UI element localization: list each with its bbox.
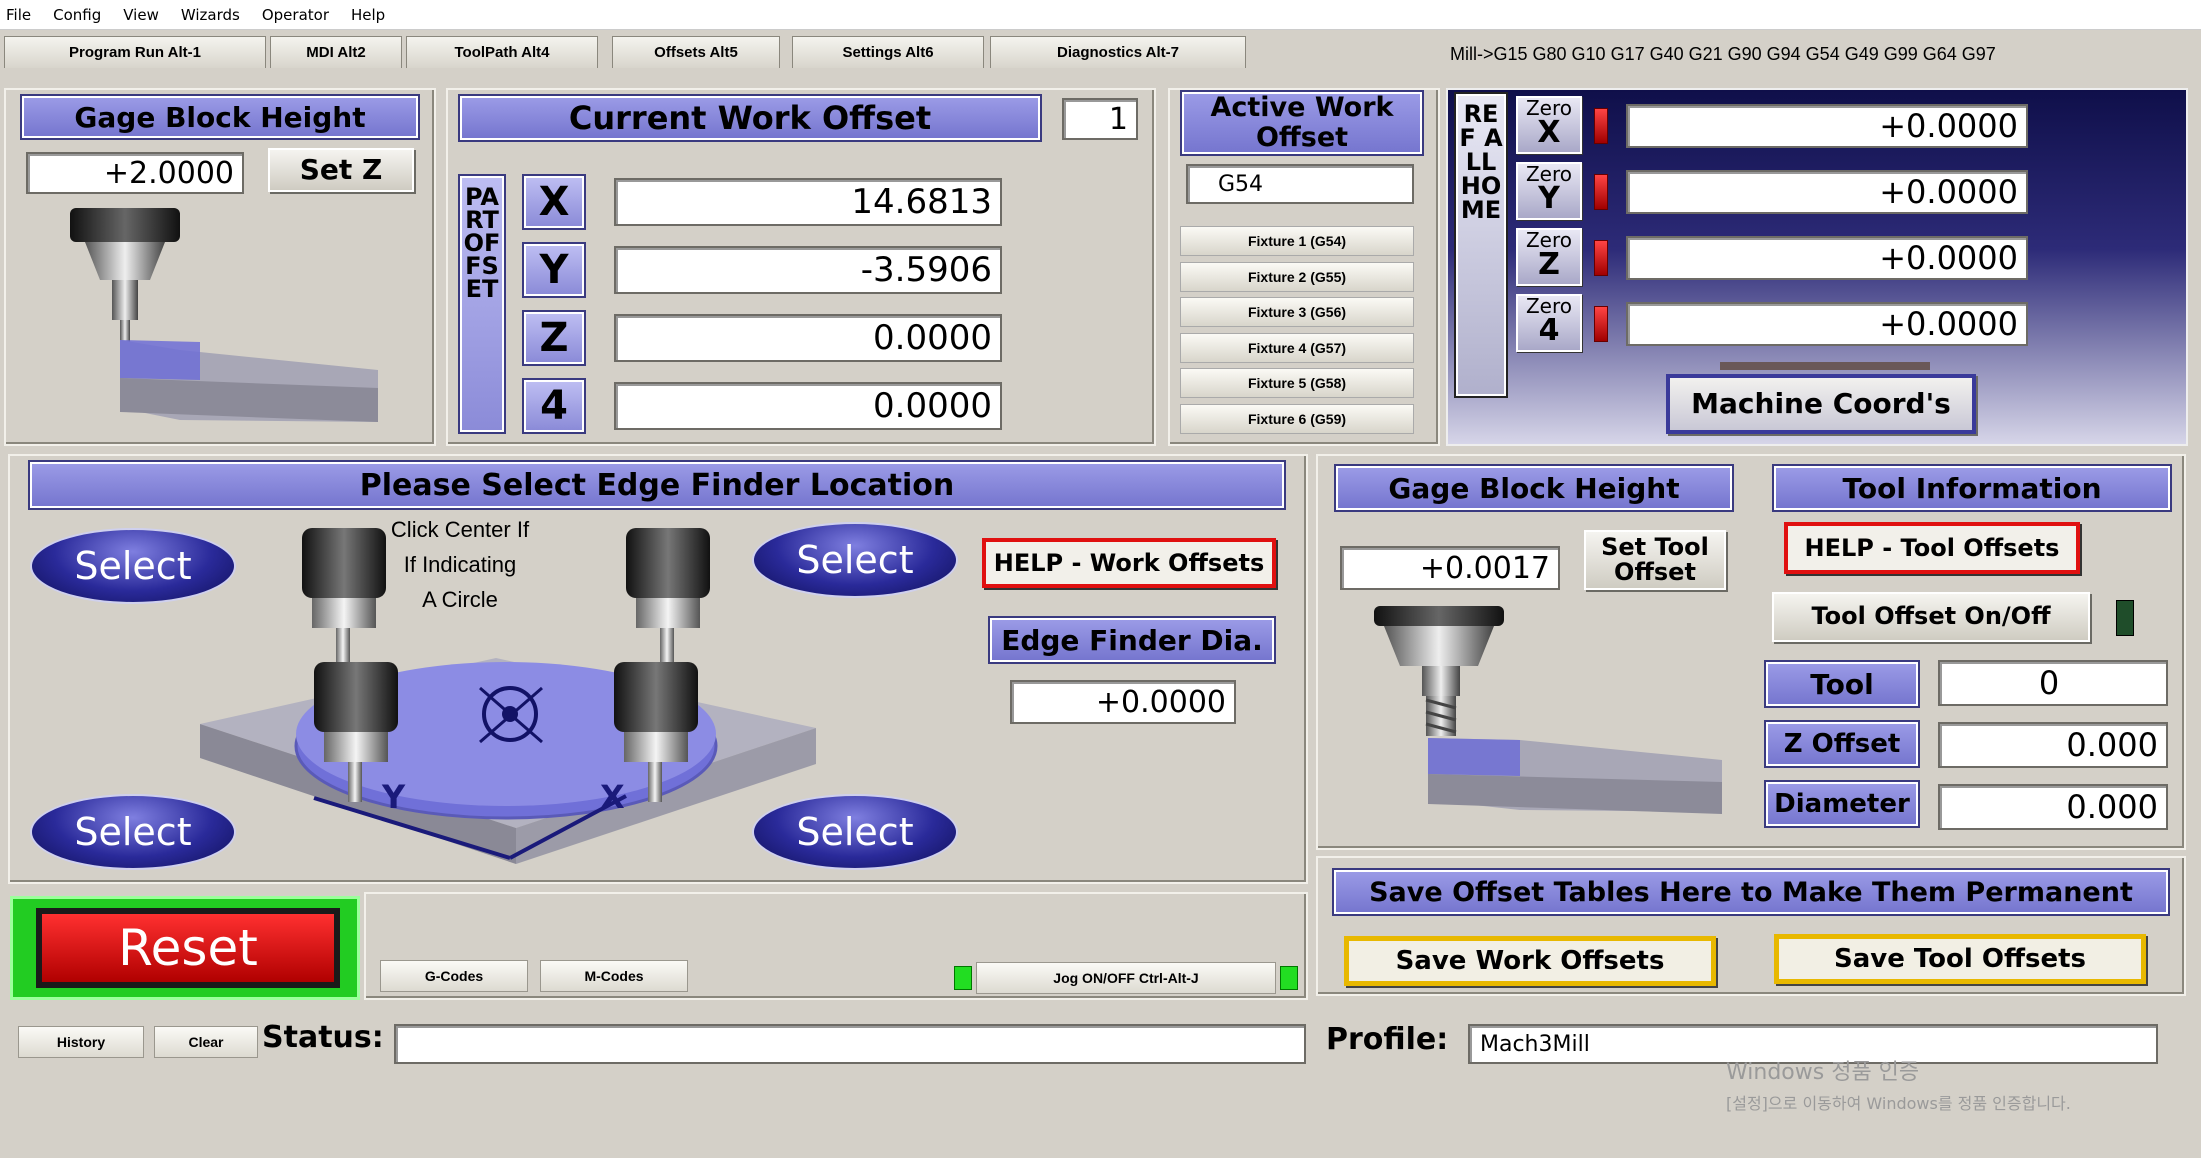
- tool-offset-led: [2116, 600, 2134, 636]
- axis-y-arrow-label: Y: [381, 778, 406, 816]
- tool-label: Tool: [1766, 662, 1918, 706]
- machine-coords-button[interactable]: Machine Coord's: [1666, 374, 1976, 434]
- spindle-gage-illustration: [70, 208, 378, 422]
- help-tool-offsets-button[interactable]: HELP - Tool Offsets: [1784, 522, 2080, 574]
- edge-finder-dia-input[interactable]: +0.0000: [1010, 680, 1236, 724]
- tab-mdi[interactable]: MDI Alt2: [270, 36, 402, 68]
- z-offset-label: Z Offset: [1766, 722, 1918, 766]
- axis-4-label: 4: [524, 380, 584, 432]
- save-work-offsets-button[interactable]: Save Work Offsets: [1344, 936, 1716, 986]
- menu-bar: File Config View Wizards Operator Help: [0, 0, 2201, 30]
- set-tool-offset-button[interactable]: Set Tool Offset: [1584, 530, 1726, 590]
- fixture-2-button[interactable]: Fixture 2 (G55): [1180, 262, 1414, 292]
- work-offset-number-input[interactable]: 1: [1062, 98, 1138, 140]
- tab-diagnostics[interactable]: Diagnostics Alt-7: [990, 36, 1246, 68]
- fixture-4-button[interactable]: Fixture 4 (G57): [1180, 333, 1414, 363]
- axis-y-label: Y: [524, 244, 584, 296]
- zero-4-button[interactable]: Zero 4: [1516, 294, 1582, 352]
- work-offset-4-input[interactable]: 0.0000: [614, 382, 1002, 430]
- menu-wizards[interactable]: Wizards: [181, 6, 240, 24]
- gage-block-height-input[interactable]: +2.0000: [26, 152, 244, 194]
- active-work-offset-display: G54: [1186, 164, 1414, 204]
- tool-gage-illustration: [1374, 606, 1722, 814]
- part-offset-vertical-label: PART OFFSET: [460, 176, 504, 432]
- menu-view[interactable]: View: [123, 6, 159, 24]
- dro-x-value[interactable]: +0.0000: [1626, 104, 2028, 148]
- tab-offsets[interactable]: Offsets Alt5: [612, 36, 780, 68]
- save-offsets-title: Save Offset Tables Here to Make Them Per…: [1334, 870, 2168, 914]
- fixture-6-button[interactable]: Fixture 6 (G59): [1180, 404, 1414, 434]
- axis-x-label: X: [524, 176, 584, 228]
- zero-y-axis: Y: [1538, 181, 1560, 216]
- modal-gcodes-line: Mill->G15 G80 G10 G17 G40 G21 G90 G94 G5…: [1450, 44, 1996, 64]
- jog-led-right: [1280, 966, 1298, 990]
- watermark-line-1: Windows 정품 인증: [1726, 1060, 1920, 1085]
- gage-block-right-title: Gage Block Height: [1336, 466, 1732, 510]
- menu-operator[interactable]: Operator: [262, 6, 329, 24]
- clear-button[interactable]: Clear: [154, 1026, 258, 1058]
- ref-all-home-button[interactable]: REF ALL HOME: [1456, 94, 1506, 396]
- gage-block-right-input[interactable]: +0.0017: [1340, 546, 1560, 590]
- save-tool-offsets-button[interactable]: Save Tool Offsets: [1774, 934, 2146, 984]
- help-work-offsets-button[interactable]: HELP - Work Offsets: [982, 538, 1276, 588]
- tab-program-run[interactable]: Program Run Alt-1: [4, 36, 266, 68]
- z-offset-input[interactable]: 0.000: [1938, 722, 2168, 768]
- edge-finder-dia-title: Edge Finder Dia.: [990, 618, 1274, 662]
- zero-4-axis: 4: [1538, 313, 1560, 348]
- diameter-label: Diameter: [1766, 782, 1918, 826]
- home-x-led: [1594, 108, 1608, 144]
- home-4-led: [1594, 306, 1608, 342]
- tool-number-input[interactable]: 0: [1938, 660, 2168, 706]
- zero-z-axis: Z: [1538, 247, 1560, 282]
- work-offset-z-input[interactable]: 0.0000: [614, 314, 1002, 362]
- m-codes-button[interactable]: M-Codes: [540, 960, 688, 992]
- edge-finder-top-left: [302, 528, 386, 668]
- fixture-3-button[interactable]: Fixture 3 (G56): [1180, 297, 1414, 327]
- tool-offset-toggle-button[interactable]: Tool Offset On/Off: [1772, 592, 2090, 642]
- reset-button[interactable]: Reset: [36, 908, 340, 988]
- fixture-1-button[interactable]: Fixture 1 (G54): [1180, 226, 1414, 256]
- zero-y-button[interactable]: Zero Y: [1516, 162, 1582, 220]
- g-codes-button[interactable]: G-Codes: [380, 960, 528, 992]
- zero-x-axis: X: [1537, 115, 1561, 150]
- tab-toolpath[interactable]: ToolPath Alt4: [406, 36, 598, 68]
- dro-4-value[interactable]: +0.0000: [1626, 302, 2028, 346]
- status-field: [394, 1024, 1306, 1064]
- jog-led-left: [954, 966, 972, 990]
- axis-z-label: Z: [524, 312, 584, 364]
- history-button[interactable]: History: [18, 1026, 144, 1058]
- profile-label: Profile:: [1326, 1022, 1449, 1057]
- edge-finder-top-right: [626, 528, 710, 668]
- zero-z-button[interactable]: Zero Z: [1516, 228, 1582, 286]
- zero-x-button[interactable]: Zero X: [1516, 96, 1582, 154]
- active-work-offset-title: Active Work Offset: [1182, 92, 1422, 154]
- dro-z-value[interactable]: +0.0000: [1626, 236, 2028, 280]
- menu-help[interactable]: Help: [351, 6, 385, 24]
- home-y-led: [1594, 174, 1608, 210]
- tool-information-title: Tool Information: [1774, 466, 2170, 510]
- divider-bar: [1720, 362, 1930, 370]
- tab-settings[interactable]: Settings Alt6: [792, 36, 984, 68]
- edge-finder-diagram: Y X: [200, 528, 816, 864]
- jog-toggle-button[interactable]: Jog ON/OFF Ctrl-Alt-J: [976, 962, 1276, 994]
- axis-x-arrow-label: X: [600, 778, 625, 816]
- windows-activation-watermark: Windows 정품 인증 [설정]으로 이동하여 Windows를 정품 인증…: [1726, 1054, 2071, 1114]
- gage-block-title: Gage Block Height: [22, 96, 418, 138]
- diameter-input[interactable]: 0.000: [1938, 784, 2168, 830]
- set-z-button[interactable]: Set Z: [268, 148, 414, 192]
- edge-finder-title: Please Select Edge Finder Location: [30, 462, 1284, 508]
- fixture-5-button[interactable]: Fixture 5 (G58): [1180, 368, 1414, 398]
- watermark-line-2: [설정]으로 이동하여 Windows를 정품 인증합니다.: [1726, 1094, 2071, 1113]
- work-offset-x-input[interactable]: 14.6813: [614, 178, 1002, 226]
- current-work-offset-title: Current Work Offset: [460, 96, 1040, 140]
- dro-y-value[interactable]: +0.0000: [1626, 170, 2028, 214]
- work-offset-y-input[interactable]: -3.5906: [614, 246, 1002, 294]
- home-z-led: [1594, 240, 1608, 276]
- menu-file[interactable]: File: [6, 6, 31, 24]
- menu-config[interactable]: Config: [53, 6, 101, 24]
- status-label: Status:: [262, 1020, 384, 1055]
